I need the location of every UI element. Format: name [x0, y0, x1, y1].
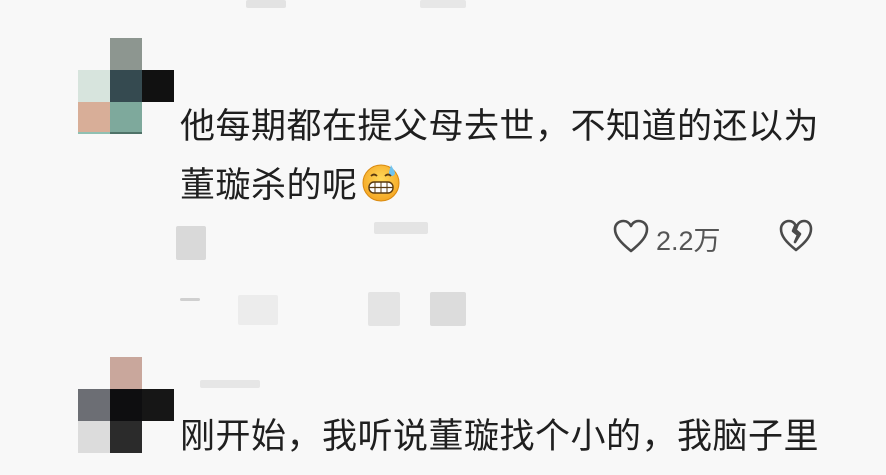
blurred-reply-line: [180, 298, 200, 301]
comment-text-line: 他每期都在提父母去世，不知道的还以为: [180, 107, 820, 147]
blurred-meta: [374, 222, 428, 234]
blurred-reply-text: [430, 292, 466, 326]
blurred-username: [200, 380, 260, 388]
blurred-reply-text: [368, 292, 400, 326]
heart-outline-icon: [612, 218, 650, 258]
blurred-previous-text: [246, 0, 286, 8]
comment-text-line: 董璇杀的呢: [180, 158, 402, 214]
like-count: 2.2万: [656, 225, 721, 256]
broken-heart-icon[interactable]: [778, 218, 814, 254]
grimacing-sweat-emoji-icon: [360, 161, 402, 203]
blurred-meta: [176, 226, 206, 260]
avatar[interactable]: [78, 357, 174, 453]
comment-text-line: 刚开始，我听说董璇找个小的，我脑子里: [180, 417, 820, 457]
comment-text-fragment: 董璇杀的呢: [180, 166, 358, 206]
avatar-pixel: [110, 102, 142, 132]
blurred-reply-text: [238, 295, 278, 325]
like-button[interactable]: 2.2万: [612, 218, 721, 258]
blurred-previous-text: [420, 0, 466, 8]
avatar-pixel: [78, 102, 110, 132]
